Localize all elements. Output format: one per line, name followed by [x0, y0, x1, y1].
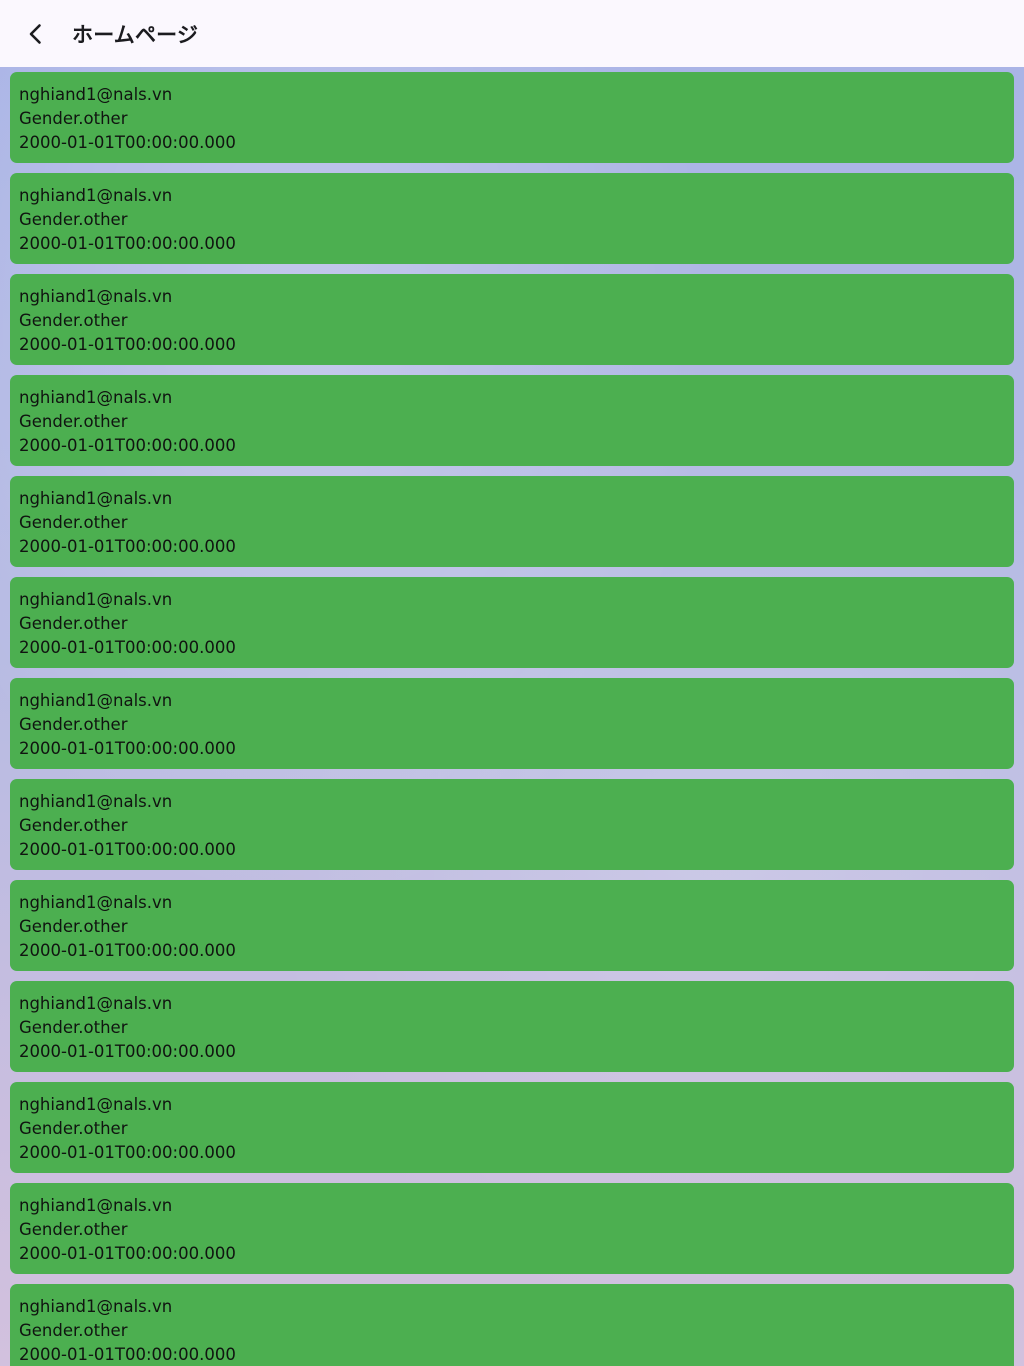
user-birthday: 2000-01-01T00:00:00.000	[19, 335, 236, 354]
user-birthday: 2000-01-01T00:00:00.000	[19, 1042, 236, 1061]
chevron-left-icon	[29, 24, 41, 44]
user-card[interactable]: nghiand1@nals.vn Gender.other 2000-01-01T0…	[10, 880, 1014, 971]
user-card[interactable]: nghiand1@nals.vn Gender.other 2000-01-01T0…	[10, 173, 1014, 264]
user-birthday: 2000-01-01T00:00:00.000	[19, 436, 236, 455]
user-card[interactable]: nghiand1@nals.vn Gender.other 2000-01-01T0…	[10, 1284, 1014, 1366]
user-email: nghiand1@nals.vn	[19, 893, 173, 912]
user-birthday: 2000-01-01T00:00:00.000	[19, 537, 236, 556]
page-title: ホームページ	[72, 23, 199, 47]
user-gender: Gender.other	[19, 614, 128, 633]
user-gender: Gender.other	[19, 412, 128, 431]
user-email: nghiand1@nals.vn	[19, 1196, 173, 1215]
user-gender: Gender.other	[19, 210, 128, 229]
user-email: nghiand1@nals.vn	[19, 287, 173, 306]
user-email: nghiand1@nals.vn	[19, 388, 173, 407]
user-birthday: 2000-01-01T00:00:00.000	[19, 1244, 236, 1263]
user-email: nghiand1@nals.vn	[19, 590, 173, 609]
app-bar: ホームページ	[0, 0, 1024, 67]
user-gender: Gender.other	[19, 311, 128, 330]
user-gender: Gender.other	[19, 1119, 128, 1138]
user-gender: Gender.other	[19, 513, 128, 532]
user-birthday: 2000-01-01T00:00:00.000	[19, 638, 236, 657]
user-birthday: 2000-01-01T00:00:00.000	[19, 941, 236, 960]
user-gender: Gender.other	[19, 715, 128, 734]
user-birthday: 2000-01-01T00:00:00.000	[19, 739, 236, 758]
user-card[interactable]: nghiand1@nals.vn Gender.other 2000-01-01T0…	[10, 981, 1014, 1072]
user-birthday: 2000-01-01T00:00:00.000	[19, 1345, 236, 1364]
user-card[interactable]: nghiand1@nals.vn Gender.other 2000-01-01T0…	[10, 274, 1014, 365]
user-email: nghiand1@nals.vn	[19, 1297, 173, 1316]
user-card[interactable]: nghiand1@nals.vn Gender.other 2000-01-01T0…	[10, 577, 1014, 668]
background-area: nghiand1@nals.vn Gender.other 2000-01-01T0…	[0, 67, 1024, 1366]
user-email: nghiand1@nals.vn	[19, 1095, 173, 1114]
user-gender: Gender.other	[19, 109, 128, 128]
user-email: nghiand1@nals.vn	[19, 792, 173, 811]
user-email: nghiand1@nals.vn	[19, 85, 173, 104]
user-email: nghiand1@nals.vn	[19, 489, 173, 508]
user-email: nghiand1@nals.vn	[19, 994, 173, 1013]
user-birthday: 2000-01-01T00:00:00.000	[19, 234, 236, 253]
user-email: nghiand1@nals.vn	[19, 186, 173, 205]
user-email: nghiand1@nals.vn	[19, 691, 173, 710]
user-card[interactable]: nghiand1@nals.vn Gender.other 2000-01-01T0…	[10, 375, 1014, 466]
user-gender: Gender.other	[19, 816, 128, 835]
user-gender: Gender.other	[19, 1018, 128, 1037]
user-card[interactable]: nghiand1@nals.vn Gender.other 2000-01-01T0…	[10, 678, 1014, 769]
user-birthday: 2000-01-01T00:00:00.000	[19, 133, 236, 152]
user-gender: Gender.other	[19, 1220, 128, 1239]
user-card[interactable]: nghiand1@nals.vn Gender.other 2000-01-01T0…	[10, 779, 1014, 870]
user-card[interactable]: nghiand1@nals.vn Gender.other 2000-01-01T0…	[10, 476, 1014, 567]
user-card[interactable]: nghiand1@nals.vn Gender.other 2000-01-01T0…	[10, 72, 1014, 163]
user-gender: Gender.other	[19, 1321, 128, 1340]
user-birthday: 2000-01-01T00:00:00.000	[19, 840, 236, 859]
user-card[interactable]: nghiand1@nals.vn Gender.other 2000-01-01T0…	[10, 1183, 1014, 1274]
user-gender: Gender.other	[19, 917, 128, 936]
user-card[interactable]: nghiand1@nals.vn Gender.other 2000-01-01T0…	[10, 1082, 1014, 1173]
back-button[interactable]	[14, 12, 58, 56]
user-list[interactable]: nghiand1@nals.vn Gender.other 2000-01-01T0…	[10, 72, 1014, 1366]
user-birthday: 2000-01-01T00:00:00.000	[19, 1143, 236, 1162]
